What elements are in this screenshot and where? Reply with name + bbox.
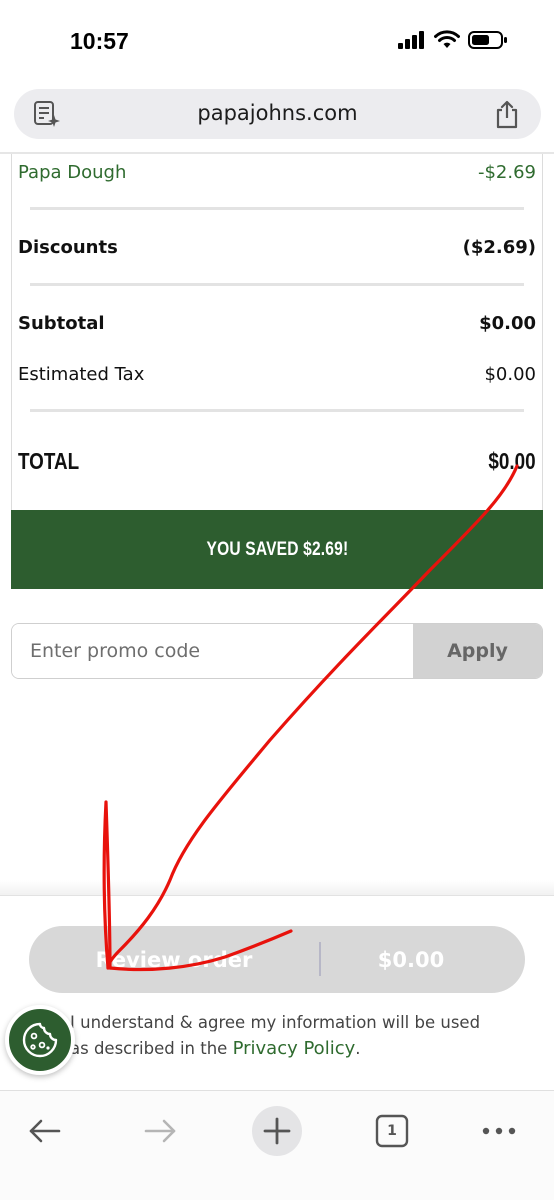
back-button[interactable] xyxy=(15,1101,75,1161)
total-label: TOTAL xyxy=(18,447,80,474)
signal-icon xyxy=(398,31,424,49)
plus-icon xyxy=(252,1106,302,1156)
consent-suffix: . xyxy=(355,1039,361,1058)
url-text[interactable]: papajohns.com xyxy=(14,101,541,125)
tax-label: Estimated Tax xyxy=(18,363,145,385)
new-tab-button[interactable] xyxy=(247,1101,307,1161)
address-bar[interactable]: papajohns.com xyxy=(14,89,541,139)
cookie-icon xyxy=(22,1022,58,1058)
promo-code-input[interactable] xyxy=(12,624,414,678)
battery-icon xyxy=(468,31,507,49)
discount-item-amount: -$2.69 xyxy=(477,161,536,183)
wifi-icon xyxy=(434,30,460,48)
subtotal-amount: $0.00 xyxy=(479,312,536,334)
status-time: 10:57 xyxy=(70,28,129,54)
discounts-row: Discounts ($2.69) xyxy=(18,233,536,261)
tabs-button[interactable]: 1 xyxy=(362,1101,422,1161)
savings-banner: YOU SAVED $2.69! xyxy=(11,510,543,589)
status-bar: 10:57 xyxy=(0,0,554,84)
status-icons xyxy=(398,30,508,50)
divider xyxy=(30,283,524,286)
review-order-button[interactable]: Review order $0.00 xyxy=(29,926,525,993)
divider xyxy=(30,207,524,210)
review-order-price: $0.00 xyxy=(377,947,445,972)
total-row: TOTAL $0.00 xyxy=(18,445,536,477)
subtotal-row: Subtotal $0.00 xyxy=(18,309,536,337)
discount-item-label: Papa Dough xyxy=(18,161,127,183)
apply-promo-button[interactable]: Apply xyxy=(413,624,542,678)
bottom-panel-shadow xyxy=(0,880,554,896)
privacy-policy-link[interactable]: Privacy Policy xyxy=(233,1038,356,1059)
consent-text: I understand & agree my information will… xyxy=(70,1010,490,1062)
subtotal-label: Subtotal xyxy=(18,312,105,334)
divider xyxy=(30,409,524,412)
more-icon xyxy=(482,1127,516,1135)
savings-text: YOU SAVED $2.69! xyxy=(206,538,348,560)
review-order-label: Review order xyxy=(95,947,253,972)
tax-amount: $0.00 xyxy=(484,363,536,385)
back-arrow-icon xyxy=(29,1119,61,1143)
more-button[interactable] xyxy=(469,1101,529,1161)
share-icon[interactable] xyxy=(493,99,521,134)
forward-arrow-icon xyxy=(144,1119,176,1143)
browser-toolbar: 1 xyxy=(0,1090,554,1200)
cookie-settings-button[interactable] xyxy=(5,1005,75,1075)
discounts-label: Discounts xyxy=(18,236,118,258)
tax-row: Estimated Tax $0.00 xyxy=(18,360,536,388)
total-amount: $0.00 xyxy=(488,447,536,474)
tab-count: 1 xyxy=(387,1123,397,1139)
discount-item-row: Papa Dough -$2.69 xyxy=(18,158,536,186)
promo-code-form: Apply xyxy=(11,623,543,679)
discounts-amount: ($2.69) xyxy=(462,236,536,258)
forward-button[interactable] xyxy=(130,1101,190,1161)
